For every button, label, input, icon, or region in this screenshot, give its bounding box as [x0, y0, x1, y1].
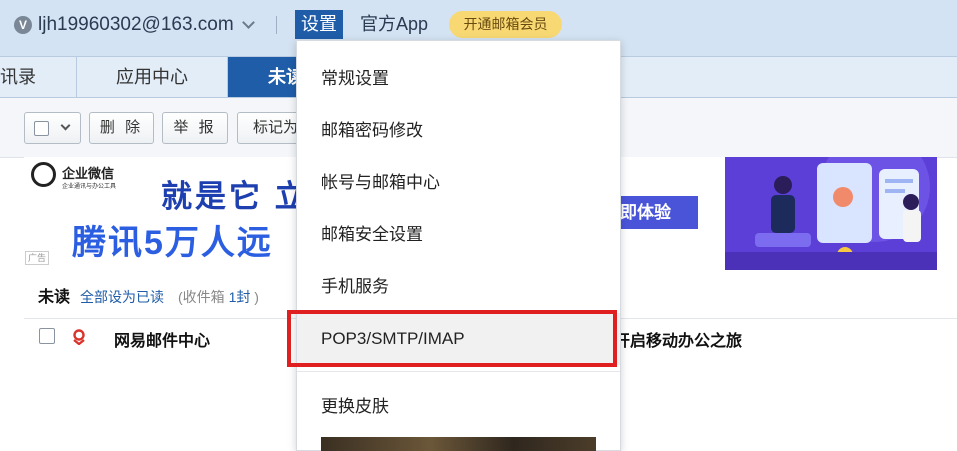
report-button[interactable]: 举 报	[162, 112, 228, 144]
settings-dropdown: 常规设置 邮箱密码修改 帐号与邮箱中心 邮箱安全设置 手机服务 POP3/SMT…	[296, 40, 621, 451]
ad-logo-title: 企业微信	[62, 166, 115, 181]
menu-item-general-settings[interactable]: 常规设置	[297, 53, 620, 105]
menu-item-mobile-service[interactable]: 手机服务	[297, 261, 620, 313]
delete-button[interactable]: 删 除	[89, 112, 154, 144]
menu-item-account-center[interactable]: 帐号与邮箱中心	[297, 157, 620, 209]
mail-sender[interactable]: 网易邮件中心	[114, 327, 210, 351]
checkbox-icon[interactable]	[34, 121, 49, 136]
mark-all-read-link[interactable]: 全部设为已读	[80, 287, 164, 307]
vip-upgrade-button[interactable]: 开通邮箱会员	[449, 11, 562, 38]
ad-cta-button[interactable]: 即体验	[618, 196, 698, 229]
wecom-logo-icon	[31, 162, 56, 187]
menu-item-change-skin[interactable]: 更换皮肤	[297, 381, 620, 433]
official-app-link[interactable]: 官方App	[360, 10, 428, 39]
ad-headline: 就是它 立	[161, 179, 309, 214]
netease-mail-center-icon	[73, 329, 85, 345]
inbox-count: (收件箱 1封 )	[178, 287, 259, 307]
select-all-checkbox[interactable]	[24, 112, 81, 144]
ad-tag: 广告	[25, 251, 50, 265]
vip-level-icon: V	[14, 16, 32, 34]
tab-contacts[interactable]: 讯录	[0, 57, 77, 97]
inbox-count-value[interactable]: 1封	[229, 289, 251, 305]
account-email[interactable]: ljh19960302@163.com	[38, 14, 234, 36]
ad-logo-subtitle: 企业通讯与办公工具	[62, 184, 117, 190]
inbox-count-prefix: (收件箱	[178, 289, 225, 305]
menu-item-change-password[interactable]: 邮箱密码修改	[297, 105, 620, 157]
ad-illustration	[725, 157, 937, 270]
chevron-down-icon[interactable]	[241, 16, 255, 29]
tab-app-center[interactable]: 应用中心	[77, 57, 228, 97]
settings-menu-button[interactable]: 设置	[295, 10, 343, 39]
menu-divider	[297, 371, 620, 372]
highlight-box	[287, 310, 617, 367]
mail-subject[interactable]: 开启移动办公之旅	[614, 327, 742, 351]
chevron-down-icon[interactable]	[60, 120, 71, 131]
divider	[276, 16, 277, 34]
unread-summary: 未读 全部设为已读 (收件箱 1封 )	[38, 283, 259, 307]
menu-item-security-settings[interactable]: 邮箱安全设置	[297, 209, 620, 261]
unread-title: 未读	[38, 289, 71, 306]
inbox-count-suffix: )	[254, 289, 259, 305]
skin-preview-thumbnail[interactable]	[321, 437, 596, 451]
account-switcher[interactable]: V ljh19960302@163.com	[14, 12, 255, 38]
ad-subheadline: 腾讯5万人远	[72, 224, 273, 262]
mail-row-checkbox[interactable]	[39, 328, 55, 344]
